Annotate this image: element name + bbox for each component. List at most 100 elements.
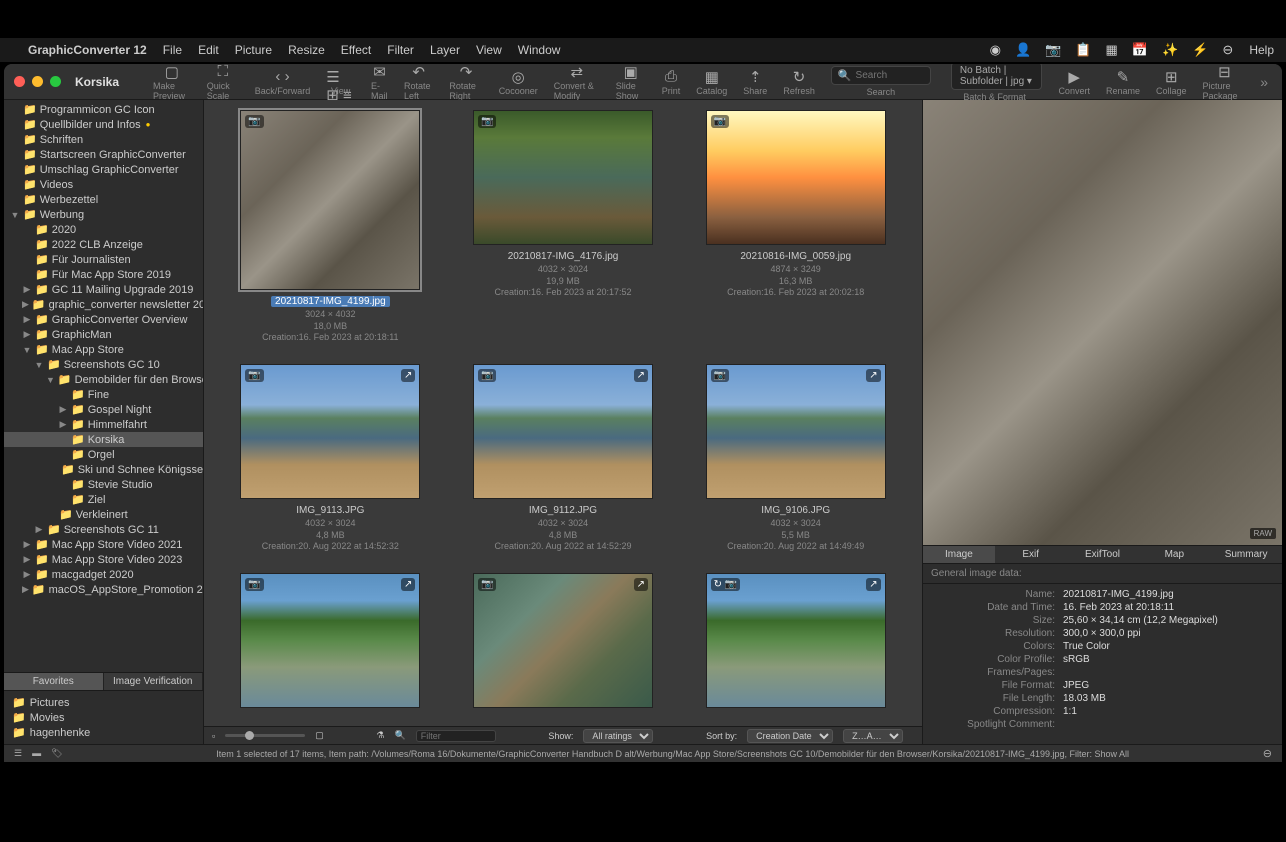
calendar-icon[interactable]: 📅 (1132, 42, 1148, 58)
disclosure-icon[interactable]: ▼ (22, 345, 32, 355)
camera-icon[interactable]: 📷 (1045, 42, 1061, 58)
panel-icon[interactable]: ▬ (32, 748, 41, 759)
tab-exif[interactable]: Exif (995, 546, 1067, 563)
print-button[interactable]: ⎙Print (656, 68, 687, 96)
tree-item[interactable]: 📁Umschlag GraphicConverter (4, 162, 203, 177)
tree-item[interactable]: 📁Für Mac App Store 2019 (4, 267, 203, 282)
disclosure-icon[interactable]: ▼ (10, 210, 20, 220)
tree-item[interactable]: 📁Schriften (4, 132, 203, 147)
thumbnail-image[interactable]: 📷↗ (240, 573, 420, 708)
thumbnail-image[interactable]: 📷↗ (473, 364, 653, 499)
filter-icon[interactable]: ⚗ (376, 730, 384, 741)
disclosure-icon[interactable]: ▶ (22, 299, 29, 310)
thumbnail[interactable]: 📷↗ (467, 573, 660, 726)
disclosure-icon[interactable]: ▶ (22, 569, 32, 580)
tree-item[interactable]: ▶📁GC 11 Mailing Upgrade 2019 (4, 282, 203, 297)
disclosure-icon[interactable]: ▶ (22, 539, 32, 550)
quick-scale-button[interactable]: ⛶Quick Scale (201, 64, 245, 101)
menu-file[interactable]: File (163, 43, 182, 57)
tree-item[interactable]: ▶📁macOS_AppStore_Promotion 2018 (4, 582, 203, 597)
back-forward-button[interactable]: ‹ ›Back/Forward (249, 68, 317, 96)
menu-window[interactable]: Window (518, 43, 561, 57)
thumbnail-image[interactable]: ↻ 📷↗ (706, 573, 886, 708)
tab-image[interactable]: Image (923, 546, 995, 563)
tree-item[interactable]: 📁Programmicon GC Icon (4, 102, 203, 117)
menu-resize[interactable]: Resize (288, 43, 325, 57)
tree-item[interactable]: ▶📁GraphicConverter Overview (4, 312, 203, 327)
tree-item[interactable]: ▶📁Mac App Store Video 2023 (4, 552, 203, 567)
thumbnail[interactable]: 📷↗IMG_9113.JPG4032 × 30244,8 MBCreation:… (234, 364, 427, 553)
clipboard-icon[interactable]: 📋 (1075, 42, 1091, 58)
rotate-left-button[interactable]: ↶Rotate Left (398, 64, 439, 101)
thumbnail-image[interactable]: 📷↗ (240, 364, 420, 499)
menu-effect[interactable]: Effect (341, 43, 371, 57)
image-verification-tab[interactable]: Image Verification (104, 673, 204, 690)
tree-item[interactable]: 📁Ziel (4, 492, 203, 507)
wand-icon[interactable]: ✨ (1162, 42, 1178, 58)
favorite-item[interactable]: 📁Movies (12, 710, 195, 725)
rename-button[interactable]: ✎Rename (1100, 68, 1146, 96)
tree-item[interactable]: 📁Ski und Schnee Königssee (4, 462, 203, 477)
thumbnail-image[interactable]: 📷↗ (706, 364, 886, 499)
thumbnail-image[interactable]: 📷 (240, 110, 420, 290)
list-icon[interactable]: ☰ (14, 748, 22, 759)
tree-item[interactable]: ▶📁Screenshots GC 11 (4, 522, 203, 537)
tree-item[interactable]: ▶📁Gospel Night (4, 402, 203, 417)
cocooner-button[interactable]: ◎Cocooner (493, 68, 544, 96)
tree-item[interactable]: 📁Werbezettel (4, 192, 203, 207)
app-menu[interactable]: GraphicConverter 12 (28, 43, 147, 57)
bolt-icon[interactable]: ⚡ (1192, 42, 1208, 58)
zoom-button[interactable] (50, 76, 61, 87)
close-button[interactable] (14, 76, 25, 87)
tree-item[interactable]: 📁Orgel (4, 447, 203, 462)
tag-icon[interactable]: 🏷 (51, 748, 62, 759)
tree-item[interactable]: 📁Verkleinert (4, 507, 203, 522)
picture-package-button[interactable]: ⊟Picture Package (1197, 64, 1253, 101)
disclosure-icon[interactable]: ▼ (46, 375, 55, 385)
menu-filter[interactable]: Filter (387, 43, 414, 57)
disclosure-icon[interactable]: ▶ (22, 554, 32, 565)
thumbnail[interactable]: ↻ 📷↗ (699, 573, 892, 726)
minimize-button[interactable] (32, 76, 43, 87)
favorite-item[interactable]: 📁hagenhenke (12, 725, 195, 740)
thumbnail[interactable]: 📷20210817-IMG_4176.jpg4032 × 302419,9 MB… (467, 110, 660, 344)
filter-input[interactable] (416, 730, 496, 742)
tree-item[interactable]: ▼📁Demobilder für den Browser (4, 372, 203, 387)
refresh-button[interactable]: ↻Refresh (777, 68, 821, 96)
menu-picture[interactable]: Picture (235, 43, 272, 57)
tree-item[interactable]: ▼📁Werbung (4, 207, 203, 222)
disclosure-icon[interactable]: ▶ (58, 404, 68, 415)
catalog-button[interactable]: ▦Catalog (690, 68, 733, 96)
folder-tree[interactable]: 📁Programmicon GC Icon📁Quellbilder und In… (4, 100, 203, 672)
menu-layer[interactable]: Layer (430, 43, 460, 57)
menu-view[interactable]: View (476, 43, 502, 57)
tree-item[interactable]: 📁2020 (4, 222, 203, 237)
menu-help[interactable]: Help (1249, 43, 1274, 57)
thumbnail[interactable]: 📷↗ (234, 573, 427, 726)
tree-item[interactable]: 📁2022 CLB Anzeige (4, 237, 203, 252)
disclosure-icon[interactable]: ▶ (22, 329, 32, 340)
tree-item[interactable]: 📁Korsika (4, 432, 203, 447)
make-preview-button[interactable]: ▢Make Preview (147, 64, 197, 101)
disclosure-icon[interactable]: ▶ (34, 524, 44, 535)
disclosure-icon[interactable]: ▼ (34, 360, 44, 370)
tree-item[interactable]: 📁Für Journalisten (4, 252, 203, 267)
convert-button[interactable]: ▶Convert (1052, 68, 1096, 96)
disclosure-icon[interactable]: ▶ (22, 284, 32, 295)
batch-format-button[interactable]: No Batch | Subfolder | jpg ▾ Batch & For… (941, 64, 1049, 102)
menu-edit[interactable]: Edit (198, 43, 219, 57)
tree-item[interactable]: ▶📁graphic_converter newsletter 2013 (4, 297, 203, 312)
tree-item[interactable]: 📁Videos (4, 177, 203, 192)
thumb-size-slider[interactable] (225, 734, 305, 737)
search-input[interactable] (856, 70, 926, 81)
tree-item[interactable]: 📁Fine (4, 387, 203, 402)
thumbnail[interactable]: 📷↗IMG_9106.JPG4032 × 30245,5 MBCreation:… (699, 364, 892, 553)
thumbnail[interactable]: 📷20210817-IMG_4199.jpg3024 × 403218,0 MB… (234, 110, 427, 344)
status-minus-icon[interactable]: ⊖ (1263, 747, 1272, 760)
thumb-small-icon[interactable]: ▫ (212, 731, 215, 741)
tree-item[interactable]: 📁Stevie Studio (4, 477, 203, 492)
share-button[interactable]: ⇡Share (737, 68, 773, 96)
favorites-tab[interactable]: Favorites (4, 673, 104, 690)
tree-item[interactable]: ▶📁Mac App Store Video 2021 (4, 537, 203, 552)
tree-item[interactable]: ▼📁Screenshots GC 10 (4, 357, 203, 372)
